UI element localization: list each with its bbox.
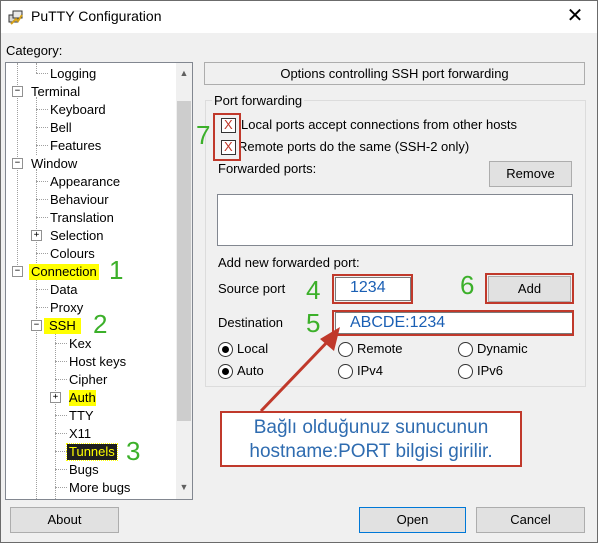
tree-item-connection[interactable]: Connection (29, 264, 99, 280)
tree-item-logging[interactable]: Logging (50, 66, 96, 82)
callout-line-1: Bağlı olduğunuz sunucunun (253, 417, 489, 438)
tree-connector (55, 415, 67, 416)
tree-item-appearance[interactable]: Appearance (50, 174, 120, 190)
tree-scrollbar[interactable]: ▲ ▼ (176, 63, 192, 499)
annotation-box-6 (485, 273, 574, 304)
radio-selected-dot (222, 368, 229, 375)
collapse-icon[interactable]: − (31, 320, 42, 331)
annotation-callout: Bağlı olduğunuz sunucunun hostname:PORT … (220, 411, 522, 467)
putty-window: PuTTY Configuration ✕ Category: − − + − … (0, 0, 598, 543)
tree-item-window[interactable]: Window (31, 156, 77, 172)
putty-icon (8, 10, 23, 25)
tree-item-terminal[interactable]: Terminal (31, 84, 80, 100)
tree-connector (36, 199, 48, 200)
forwarded-ports-list[interactable] (217, 194, 573, 246)
annotation-box-7 (213, 113, 241, 161)
tree-connector (36, 277, 37, 499)
cancel-button[interactable]: Cancel (476, 507, 585, 533)
tree-item-selection[interactable]: Selection (50, 228, 103, 244)
window-title: PuTTY Configuration (31, 8, 162, 24)
tree-item-keyboard[interactable]: Keyboard (50, 102, 106, 118)
tree-item-more-bugs[interactable]: More bugs (69, 480, 130, 496)
tree-item-behaviour[interactable]: Behaviour (50, 192, 109, 208)
callout-line-2: hostname:PORT bilgisi girilir. (249, 441, 493, 462)
annotation-number-7: 7 (196, 120, 211, 150)
add-new-port-label: Add new forwarded port: (218, 255, 360, 270)
tree-connector (36, 145, 48, 146)
source-port-label: Source port (218, 281, 286, 296)
annotation-box-5 (332, 310, 574, 336)
collapse-icon[interactable]: − (12, 86, 23, 97)
tree-item-translation[interactable]: Translation (50, 210, 114, 226)
tree-item-tunnels[interactable]: Tunnels (66, 443, 118, 461)
tree-item-features[interactable]: Features (50, 138, 101, 154)
annotation-number-2: 2 (93, 309, 108, 339)
annotation-number-1: 1 (109, 255, 124, 285)
title-bar: PuTTY Configuration ✕ (1, 1, 597, 33)
tree-item-tty[interactable]: TTY (69, 408, 94, 424)
annotation-number-3: 3 (126, 436, 141, 466)
collapse-icon[interactable]: − (12, 158, 23, 169)
radio-auto[interactable] (218, 364, 233, 379)
annotation-number-4: 4 (306, 275, 321, 305)
tree-item-proxy[interactable]: Proxy (50, 300, 83, 316)
expand-icon[interactable]: + (50, 392, 61, 403)
tree-item-cipher[interactable]: Cipher (69, 372, 107, 388)
annotation-box-4 (332, 274, 413, 304)
tree-connector (55, 469, 67, 470)
tree-item-bugs[interactable]: Bugs (69, 462, 99, 478)
radio-ipv4-label: IPv4 (357, 363, 384, 378)
tree-connector (36, 307, 48, 308)
panel-header: Options controlling SSH port forwarding (204, 62, 585, 85)
tree-item-data[interactable]: Data (50, 282, 77, 298)
tree-connector (36, 97, 37, 155)
local-ports-label: Local ports accept connections from othe… (241, 117, 518, 132)
annotation-number-5: 5 (306, 308, 321, 338)
tree-connector (55, 487, 67, 488)
radio-dynamic[interactable] (458, 342, 473, 357)
radio-dynamic-label: Dynamic (477, 341, 528, 356)
tree-item-bell[interactable]: Bell (50, 120, 72, 136)
tree-item-colours[interactable]: Colours (50, 246, 95, 262)
close-icon[interactable]: ✕ (563, 5, 587, 29)
radio-ipv6-label: IPv6 (477, 363, 504, 378)
group-title: Port forwarding (212, 93, 305, 108)
forwarded-ports-label: Forwarded ports: (218, 161, 317, 176)
tree-connector (55, 343, 67, 344)
radio-selected-dot (222, 346, 229, 353)
scroll-up-icon[interactable]: ▲ (176, 65, 192, 82)
category-tree[interactable]: − − + − − + Logging Terminal Keyboard Be… (5, 62, 193, 500)
tree-item-ssh[interactable]: SSH (44, 318, 81, 334)
tree-connector (36, 181, 48, 182)
category-label: Category: (6, 43, 63, 58)
radio-remote-label: Remote (357, 341, 403, 356)
tree-connector (55, 379, 67, 380)
tree-connector (36, 169, 37, 263)
scroll-down-icon[interactable]: ▼ (176, 479, 192, 496)
tree-item-x11[interactable]: X11 (69, 426, 91, 442)
tree-item-host-keys[interactable]: Host keys (69, 354, 126, 370)
collapse-icon[interactable]: − (12, 266, 23, 277)
remove-button[interactable]: Remove (489, 161, 572, 187)
radio-ipv6[interactable] (458, 364, 473, 379)
expand-icon[interactable]: + (31, 230, 42, 241)
tree-connector (55, 451, 67, 452)
open-button[interactable]: Open (359, 507, 466, 533)
about-button[interactable]: About (10, 507, 119, 533)
tree-item-auth[interactable]: Auth (69, 390, 96, 406)
remote-ports-label: Remote ports do the same (SSH-2 only) (238, 139, 470, 154)
tree-connector (36, 109, 48, 110)
tree-connector (55, 433, 67, 434)
tree-connector (36, 63, 37, 73)
radio-local[interactable] (218, 342, 233, 357)
tree-connector (36, 73, 48, 74)
annotation-number-6: 6 (460, 270, 475, 300)
tree-connector (36, 217, 48, 218)
tree-connector (36, 289, 48, 290)
scroll-thumb[interactable] (177, 101, 191, 421)
tree-connector (55, 361, 67, 362)
tree-item-kex[interactable]: Kex (69, 336, 91, 352)
tree-connector (36, 253, 48, 254)
tree-connector (36, 127, 48, 128)
